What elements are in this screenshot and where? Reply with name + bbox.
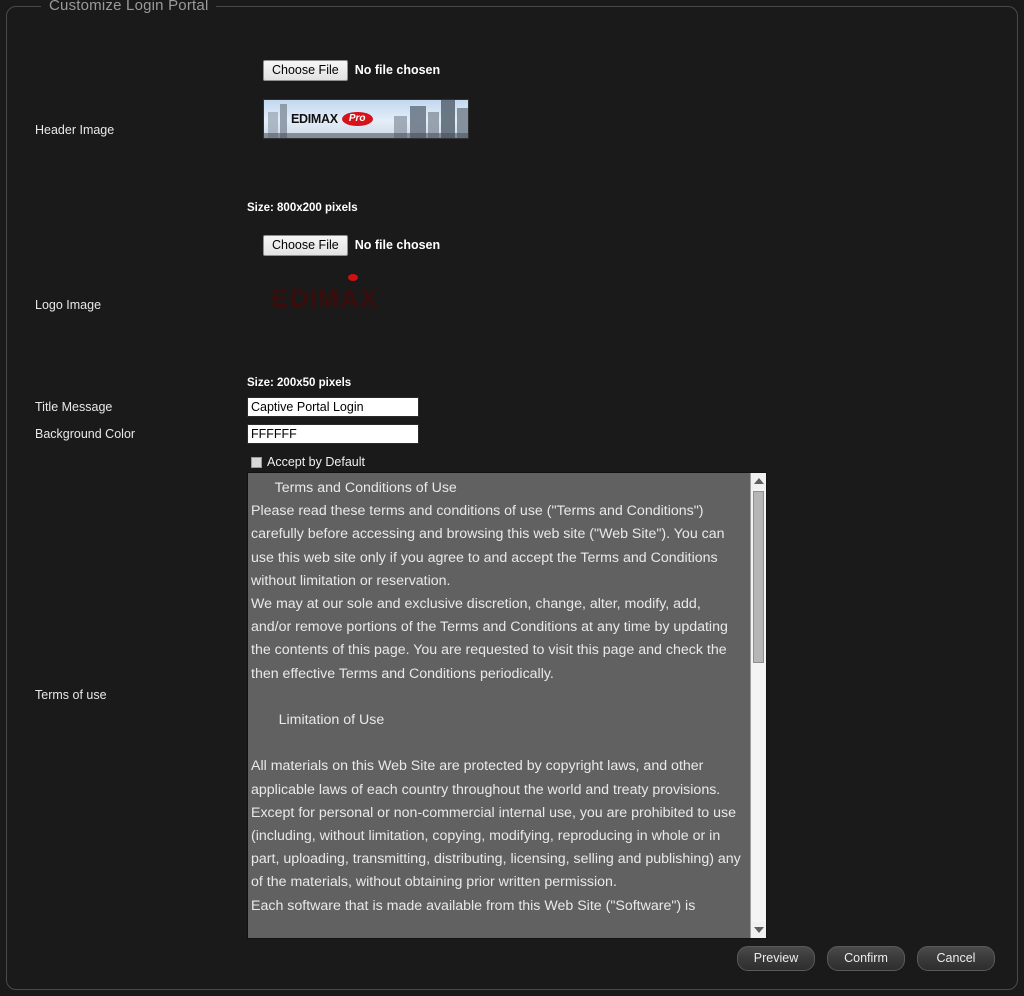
title-message-input[interactable] (247, 397, 419, 417)
title-message-label: Title Message (35, 400, 113, 414)
customize-form: Header Image Choose File No file chosen … (7, 7, 1017, 989)
pro-badge: Pro (341, 112, 373, 126)
scrollbar-thumb[interactable] (753, 491, 764, 663)
background-color-input[interactable] (247, 424, 419, 444)
preview-button[interactable]: Preview (737, 946, 815, 971)
header-image-size-hint: Size: 800x200 pixels (247, 202, 358, 214)
accept-by-default-label: Accept by Default (267, 455, 365, 469)
logo-red-dot-icon (348, 274, 358, 281)
terms-of-use-label: Terms of use (35, 688, 107, 702)
header-image-choose-file-button[interactable]: Choose File (263, 59, 348, 81)
header-image-label: Header Image (35, 123, 115, 137)
accept-by-default-checkbox[interactable] (251, 456, 262, 468)
scroll-up-arrow-icon[interactable] (751, 473, 766, 489)
action-button-bar: Preview Confirm Cancel (737, 946, 995, 971)
terms-of-use-container (247, 472, 767, 939)
logo-edimax-wordmark: EDIMAX (271, 283, 379, 313)
edimax-wordmark: EDIMAX (291, 112, 338, 126)
logo-image-label: Logo Image (35, 298, 102, 312)
edimax-pro-logo: EDIMAX Pro (291, 112, 373, 126)
terms-of-use-textarea[interactable] (248, 473, 750, 938)
header-image-no-file-text: No file chosen (354, 63, 441, 77)
logo-image-no-file-text: No file chosen (354, 238, 441, 252)
accept-by-default-row[interactable]: Accept by Default (251, 455, 365, 469)
cancel-button[interactable]: Cancel (917, 946, 995, 971)
customize-login-portal-panel: Customize Login Portal Header Image Choo… (6, 0, 1018, 990)
logo-image-size-hint: Size: 200x50 pixels (247, 377, 352, 389)
header-image-file-input[interactable]: Choose File No file chosen (263, 59, 441, 81)
terms-scrollbar[interactable] (750, 473, 766, 938)
confirm-button[interactable]: Confirm (827, 946, 905, 971)
background-color-label: Background Color (35, 427, 136, 441)
banner-ground (264, 133, 468, 138)
header-image-preview: EDIMAX Pro (263, 99, 469, 139)
scroll-down-arrow-icon[interactable] (751, 922, 766, 938)
logo-image-choose-file-button[interactable]: Choose File (263, 234, 348, 256)
logo-image-file-input[interactable]: Choose File No file chosen (263, 234, 441, 256)
logo-image-preview: EDIMAX (255, 269, 455, 319)
